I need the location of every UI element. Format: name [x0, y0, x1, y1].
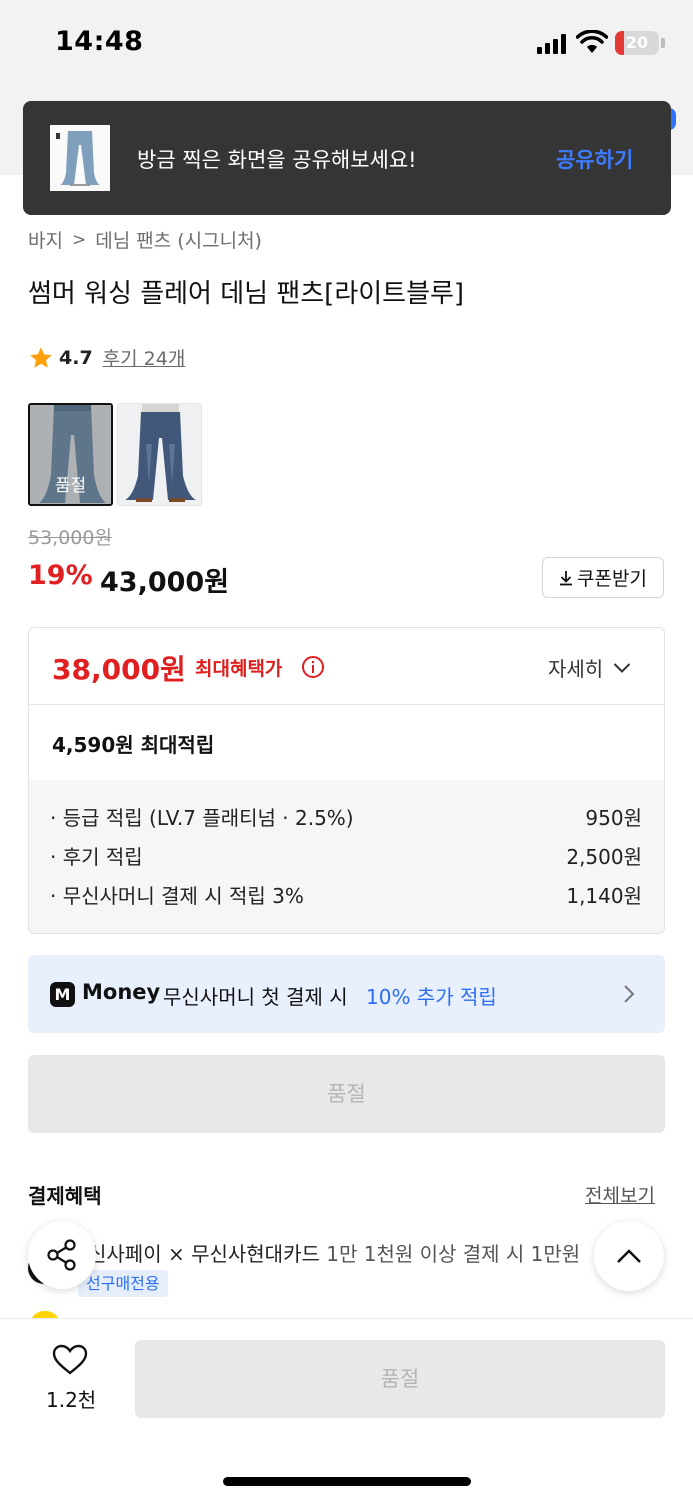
original-price: 53,000원: [28, 527, 112, 549]
coupon-button-label: 쿠폰받기: [577, 568, 647, 590]
color-swatch-dark-blue[interactable]: [117, 403, 202, 506]
toast-message: 방금 찍은 화면을 공유해보세요!: [137, 148, 417, 172]
battery-tip: [661, 38, 665, 48]
breadcrumb-category[interactable]: 바지: [28, 226, 63, 253]
soldout-button[interactable]: 품절: [28, 1055, 665, 1133]
detail-toggle[interactable]: 자세히: [548, 653, 631, 682]
wifi-icon: [576, 30, 608, 53]
coupon-download-button[interactable]: 쿠폰받기: [542, 557, 664, 598]
breadcrumb-sub-category[interactable]: 데님 팬츠 (시그니처): [95, 226, 262, 253]
divider: [29, 704, 664, 705]
payment-benefits-title: 결제혜택: [28, 1184, 102, 1208]
sale-price: 43,000원: [100, 567, 230, 598]
payment-benefit-detail: 1만 1천원 이상 결제 시 1만원: [326, 1242, 581, 1266]
points-row: · 등급 적립 (LV.7 플래티넘 · 2.5%) 950원: [50, 802, 642, 831]
points-row-label: · 등급 적립 (LV.7 플래티넘 · 2.5%): [50, 806, 354, 830]
swatch-soldout-label: 품절: [54, 476, 87, 496]
rating: 4.7 후기 24개: [28, 344, 185, 371]
discount-rate: 19%: [28, 560, 93, 591]
cellular-signal-icon: [537, 34, 569, 54]
screenshot-thumbnail[interactable]: [50, 125, 110, 191]
max-points-text: 4,590원 최대적립: [52, 733, 215, 757]
payment-benefit-line[interactable]: 신사페이 × 무신사현대카드 1만 1천원 이상 결제 시 1만원: [88, 1238, 620, 1267]
rating-value: 4.7: [59, 346, 93, 369]
points-row-amount: 2,500원: [566, 845, 642, 869]
points-row-amount: 950원: [585, 806, 642, 830]
review-count-link[interactable]: 후기 24개: [103, 344, 186, 371]
payment-tag: 선구매전용: [78, 1270, 168, 1297]
view-all-link[interactable]: 전체보기: [585, 1181, 655, 1208]
product-title: 썸머 워싱 플레어 데님 팬츠[라이트블루]: [28, 279, 465, 309]
points-row-label: · 무신사머니 결제 시 적립 3%: [50, 884, 304, 908]
money-banner-text: 무신사머니 첫 결제 시: [163, 985, 348, 1009]
color-swatch-light-blue[interactable]: 품절: [28, 403, 113, 506]
share-action-button[interactable]: 공유하기: [556, 144, 633, 174]
star-icon: [30, 346, 52, 368]
download-icon: [560, 570, 573, 585]
money-brand: Money: [82, 980, 161, 1004]
points-row: · 후기 적립 2,500원: [50, 841, 642, 870]
max-benefit-price: 38,000원: [52, 653, 186, 686]
points-row-label: · 후기 적립: [50, 845, 143, 869]
battery-icon: 20: [615, 31, 659, 55]
scroll-top-button[interactable]: [594, 1221, 664, 1291]
like-count: 1.2천: [46, 1388, 97, 1412]
battery-percent: 20: [625, 33, 649, 52]
share-button[interactable]: [28, 1221, 96, 1289]
points-breakdown: · 등급 적립 (LV.7 플래티넘 · 2.5%) 950원 · 후기 적립 …: [29, 780, 664, 933]
money-logo-icon: M: [50, 982, 75, 1007]
status-time: 14:48: [55, 26, 144, 57]
payment-benefit-main: 신사페이 × 무신사현대카드: [88, 1242, 320, 1266]
share-icon: [47, 1239, 76, 1271]
soldout-purchase-button[interactable]: 품절: [135, 1340, 665, 1418]
musinsa-money-banner[interactable]: M Money 무신사머니 첫 결제 시 10% 추가 적립: [28, 955, 665, 1033]
heart-icon[interactable]: [52, 1344, 88, 1376]
points-row-amount: 1,140원: [566, 884, 642, 908]
points-row: · 무신사머니 결제 시 적립 3% 1,140원: [50, 880, 642, 909]
breadcrumb: 바지 > 데님 팬츠 (시그니처): [28, 226, 262, 253]
max-benefit-label: 최대혜택가: [195, 658, 283, 680]
home-indicator: [223, 1477, 471, 1486]
money-banner-highlight: 10% 추가 적립: [366, 985, 497, 1009]
product-thumbnail-dark-blue: [118, 404, 201, 505]
chevron-right-icon: >: [71, 229, 87, 250]
chevron-down-icon: [613, 662, 631, 673]
info-icon[interactable]: [301, 655, 325, 679]
chevron-up-icon: [617, 1249, 641, 1263]
share-toast: 방금 찍은 화면을 공유해보세요! 공유하기: [23, 101, 671, 215]
max-benefit-box: 38,000원 최대혜택가 자세히 4,590원 최대적립 · 등급 적립 (L…: [28, 627, 665, 934]
detail-toggle-label: 자세히: [548, 657, 604, 681]
chevron-right-icon: [624, 985, 635, 1003]
